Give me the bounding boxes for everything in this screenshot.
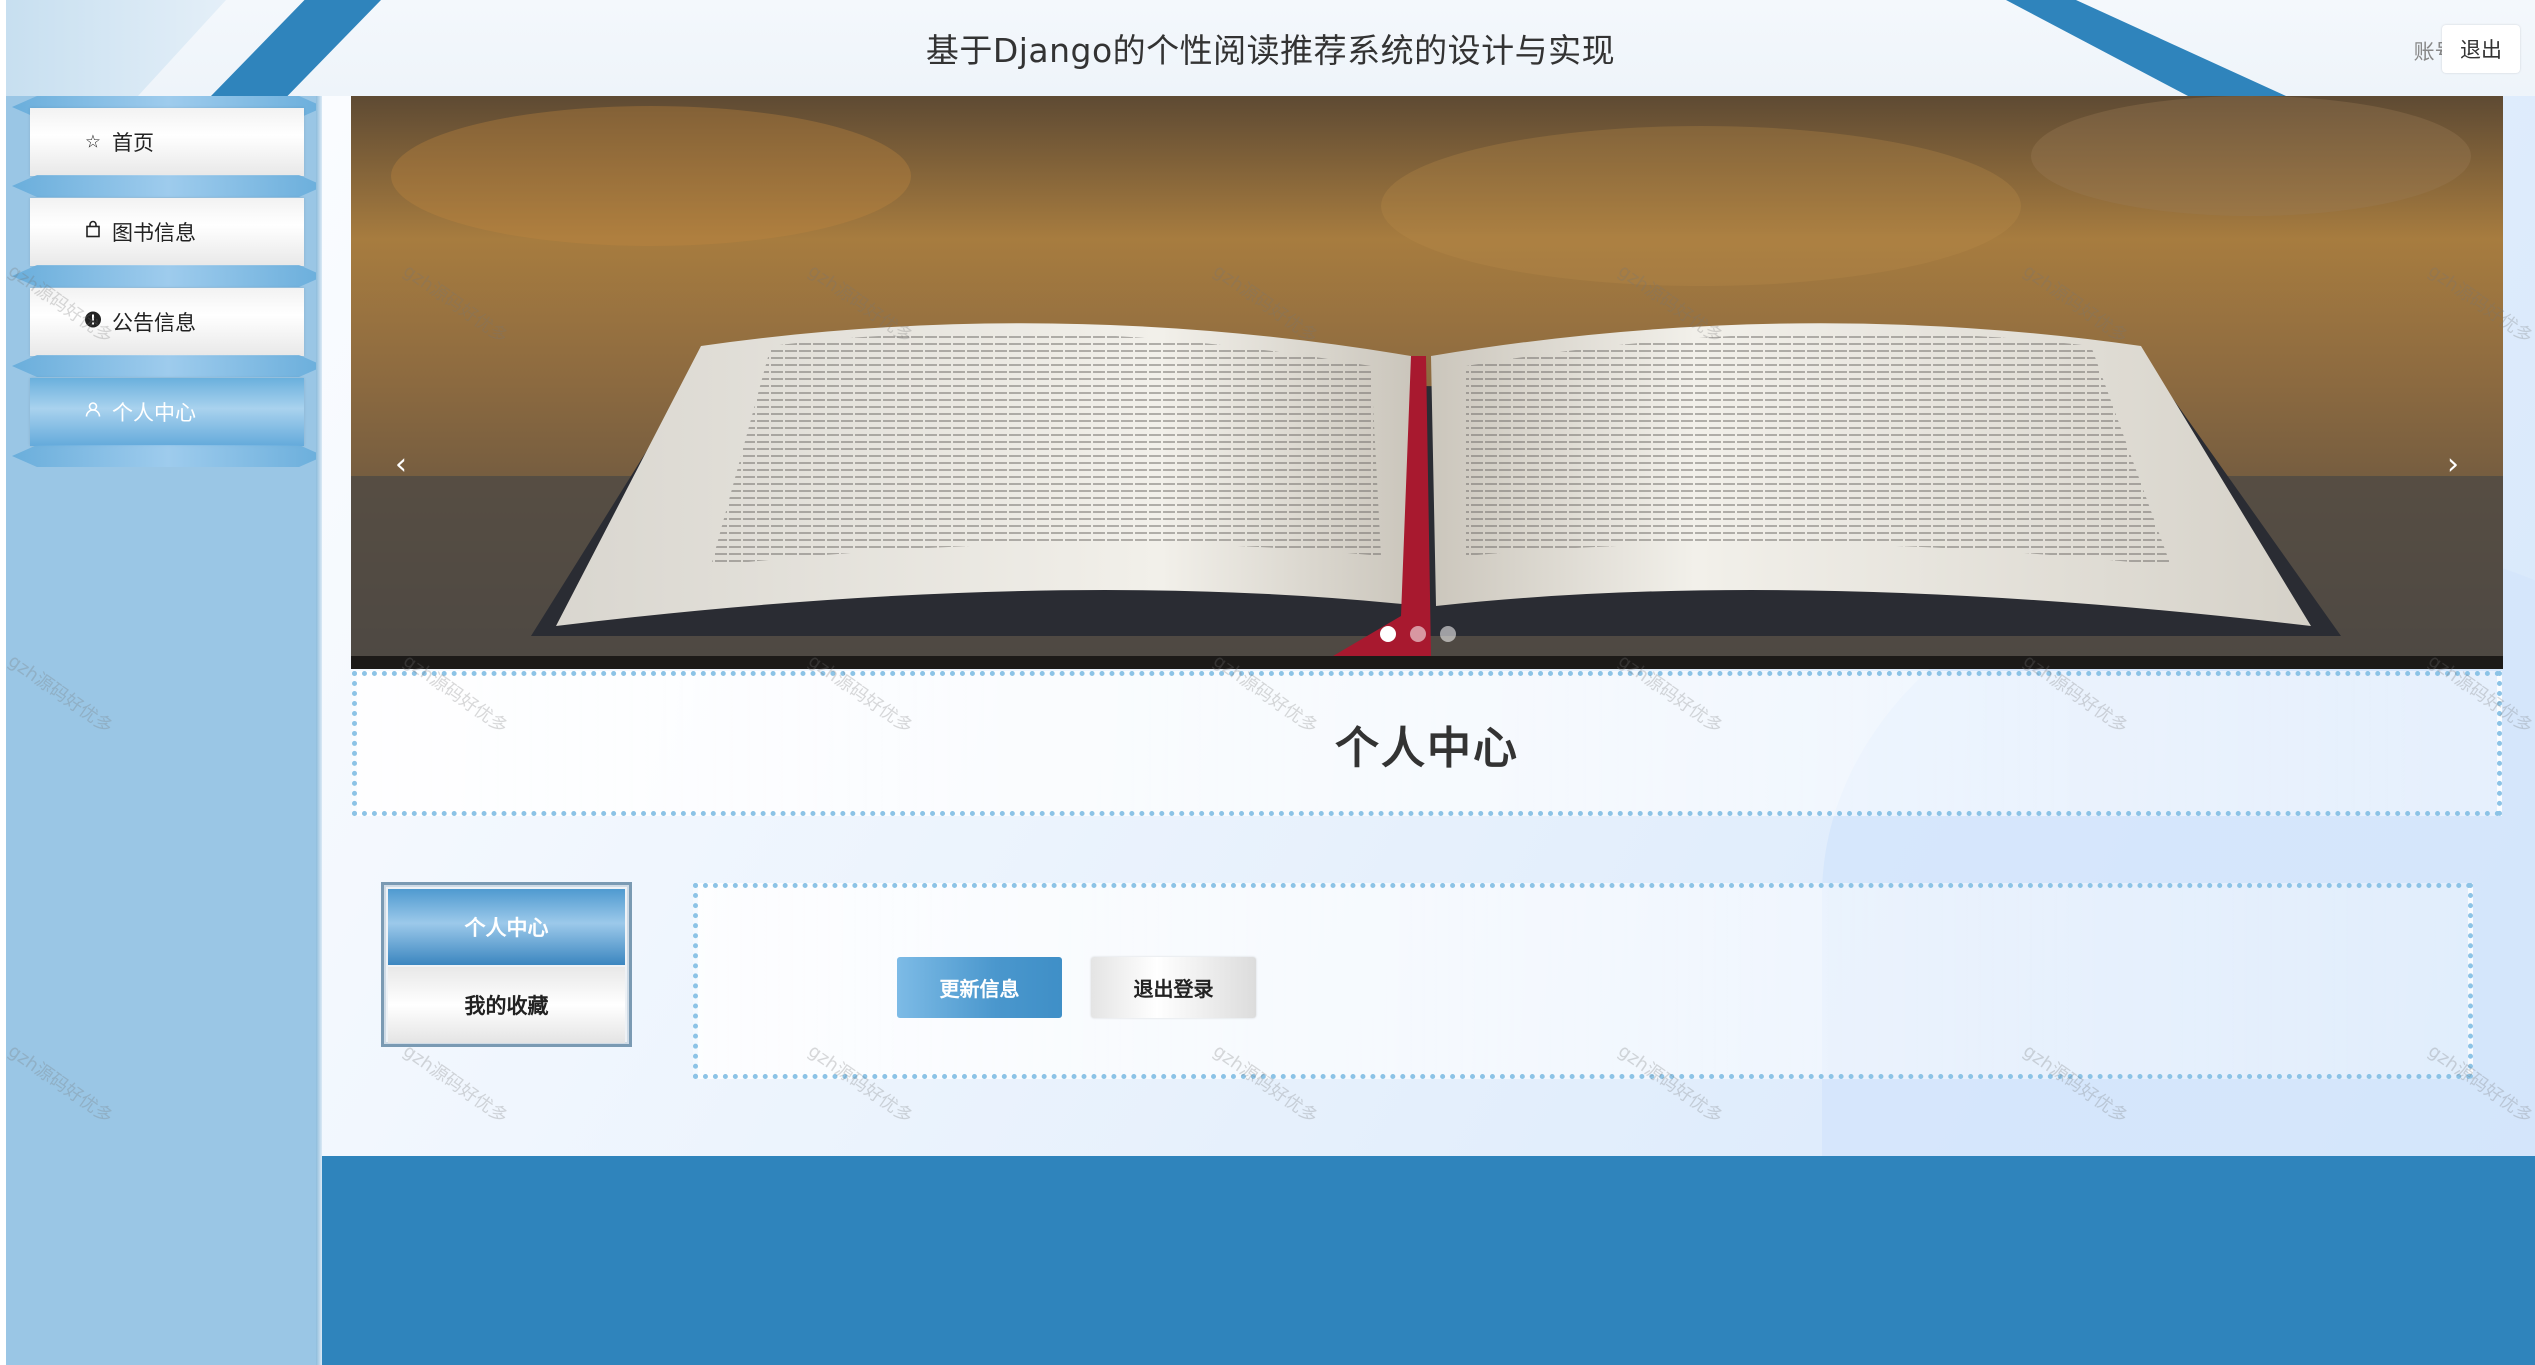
sidebar-item-label: 公告信息 — [112, 311, 196, 335]
profile-menu: 个人中心 我的收藏 — [381, 882, 632, 1047]
open-book-image — [351, 96, 2503, 669]
bag-icon — [82, 220, 104, 244]
sidebar-divider — [12, 265, 324, 287]
app-title: 基于Django的个性阅读推荐系统的设计与实现 — [925, 31, 1616, 70]
top-header: 基于Django的个性阅读推荐系统的设计与实现 账号1 退出 — [6, 0, 2535, 96]
page-title-box: 个人中心 — [352, 671, 2502, 816]
banner-carousel[interactable]: ‹ › — [351, 96, 2503, 669]
sidebar-item-label: 个人中心 — [112, 401, 196, 425]
sidebar-item-label: 首页 — [112, 131, 154, 155]
sidebar-divider — [12, 175, 324, 197]
menu-item-favorites[interactable]: 我的收藏 — [388, 967, 625, 1043]
user-icon — [82, 401, 104, 424]
sidebar-item-announcements[interactable]: 公告信息 — [30, 288, 304, 356]
sidebar-divider — [12, 445, 324, 467]
carousel-dot[interactable] — [1440, 626, 1456, 642]
carousel-dot[interactable] — [1410, 626, 1426, 642]
menu-item-profile[interactable]: 个人中心 — [388, 889, 625, 965]
page-title: 个人中心 — [1335, 722, 1519, 774]
update-info-button[interactable]: 更新信息 — [897, 957, 1062, 1018]
carousel-indicators — [1380, 626, 1456, 642]
sidebar-item-home[interactable]: ☆ 首页 — [30, 108, 304, 176]
info-icon — [82, 311, 104, 334]
footer-bar — [322, 1156, 2535, 1365]
star-icon: ☆ — [84, 131, 102, 153]
sidebar-divider — [12, 355, 324, 377]
carousel-prev-arrow[interactable]: ‹ — [386, 444, 416, 484]
sidebar-item-label: 图书信息 — [112, 221, 196, 245]
carousel-next-arrow[interactable]: › — [2438, 444, 2468, 484]
sidebar-item-profile[interactable]: 个人中心 — [30, 378, 304, 446]
logout-button[interactable]: 退出 — [2442, 25, 2520, 73]
logout-button[interactable]: 退出登录 — [1091, 957, 1256, 1018]
profile-actions-box: 更新信息 退出登录 — [693, 883, 2473, 1079]
sidebar: ☆ 首页 图书信息 公告信息 个人中心 — [6, 96, 324, 1365]
carousel-dot[interactable] — [1380, 626, 1396, 642]
sidebar-item-books[interactable]: 图书信息 — [30, 198, 304, 266]
